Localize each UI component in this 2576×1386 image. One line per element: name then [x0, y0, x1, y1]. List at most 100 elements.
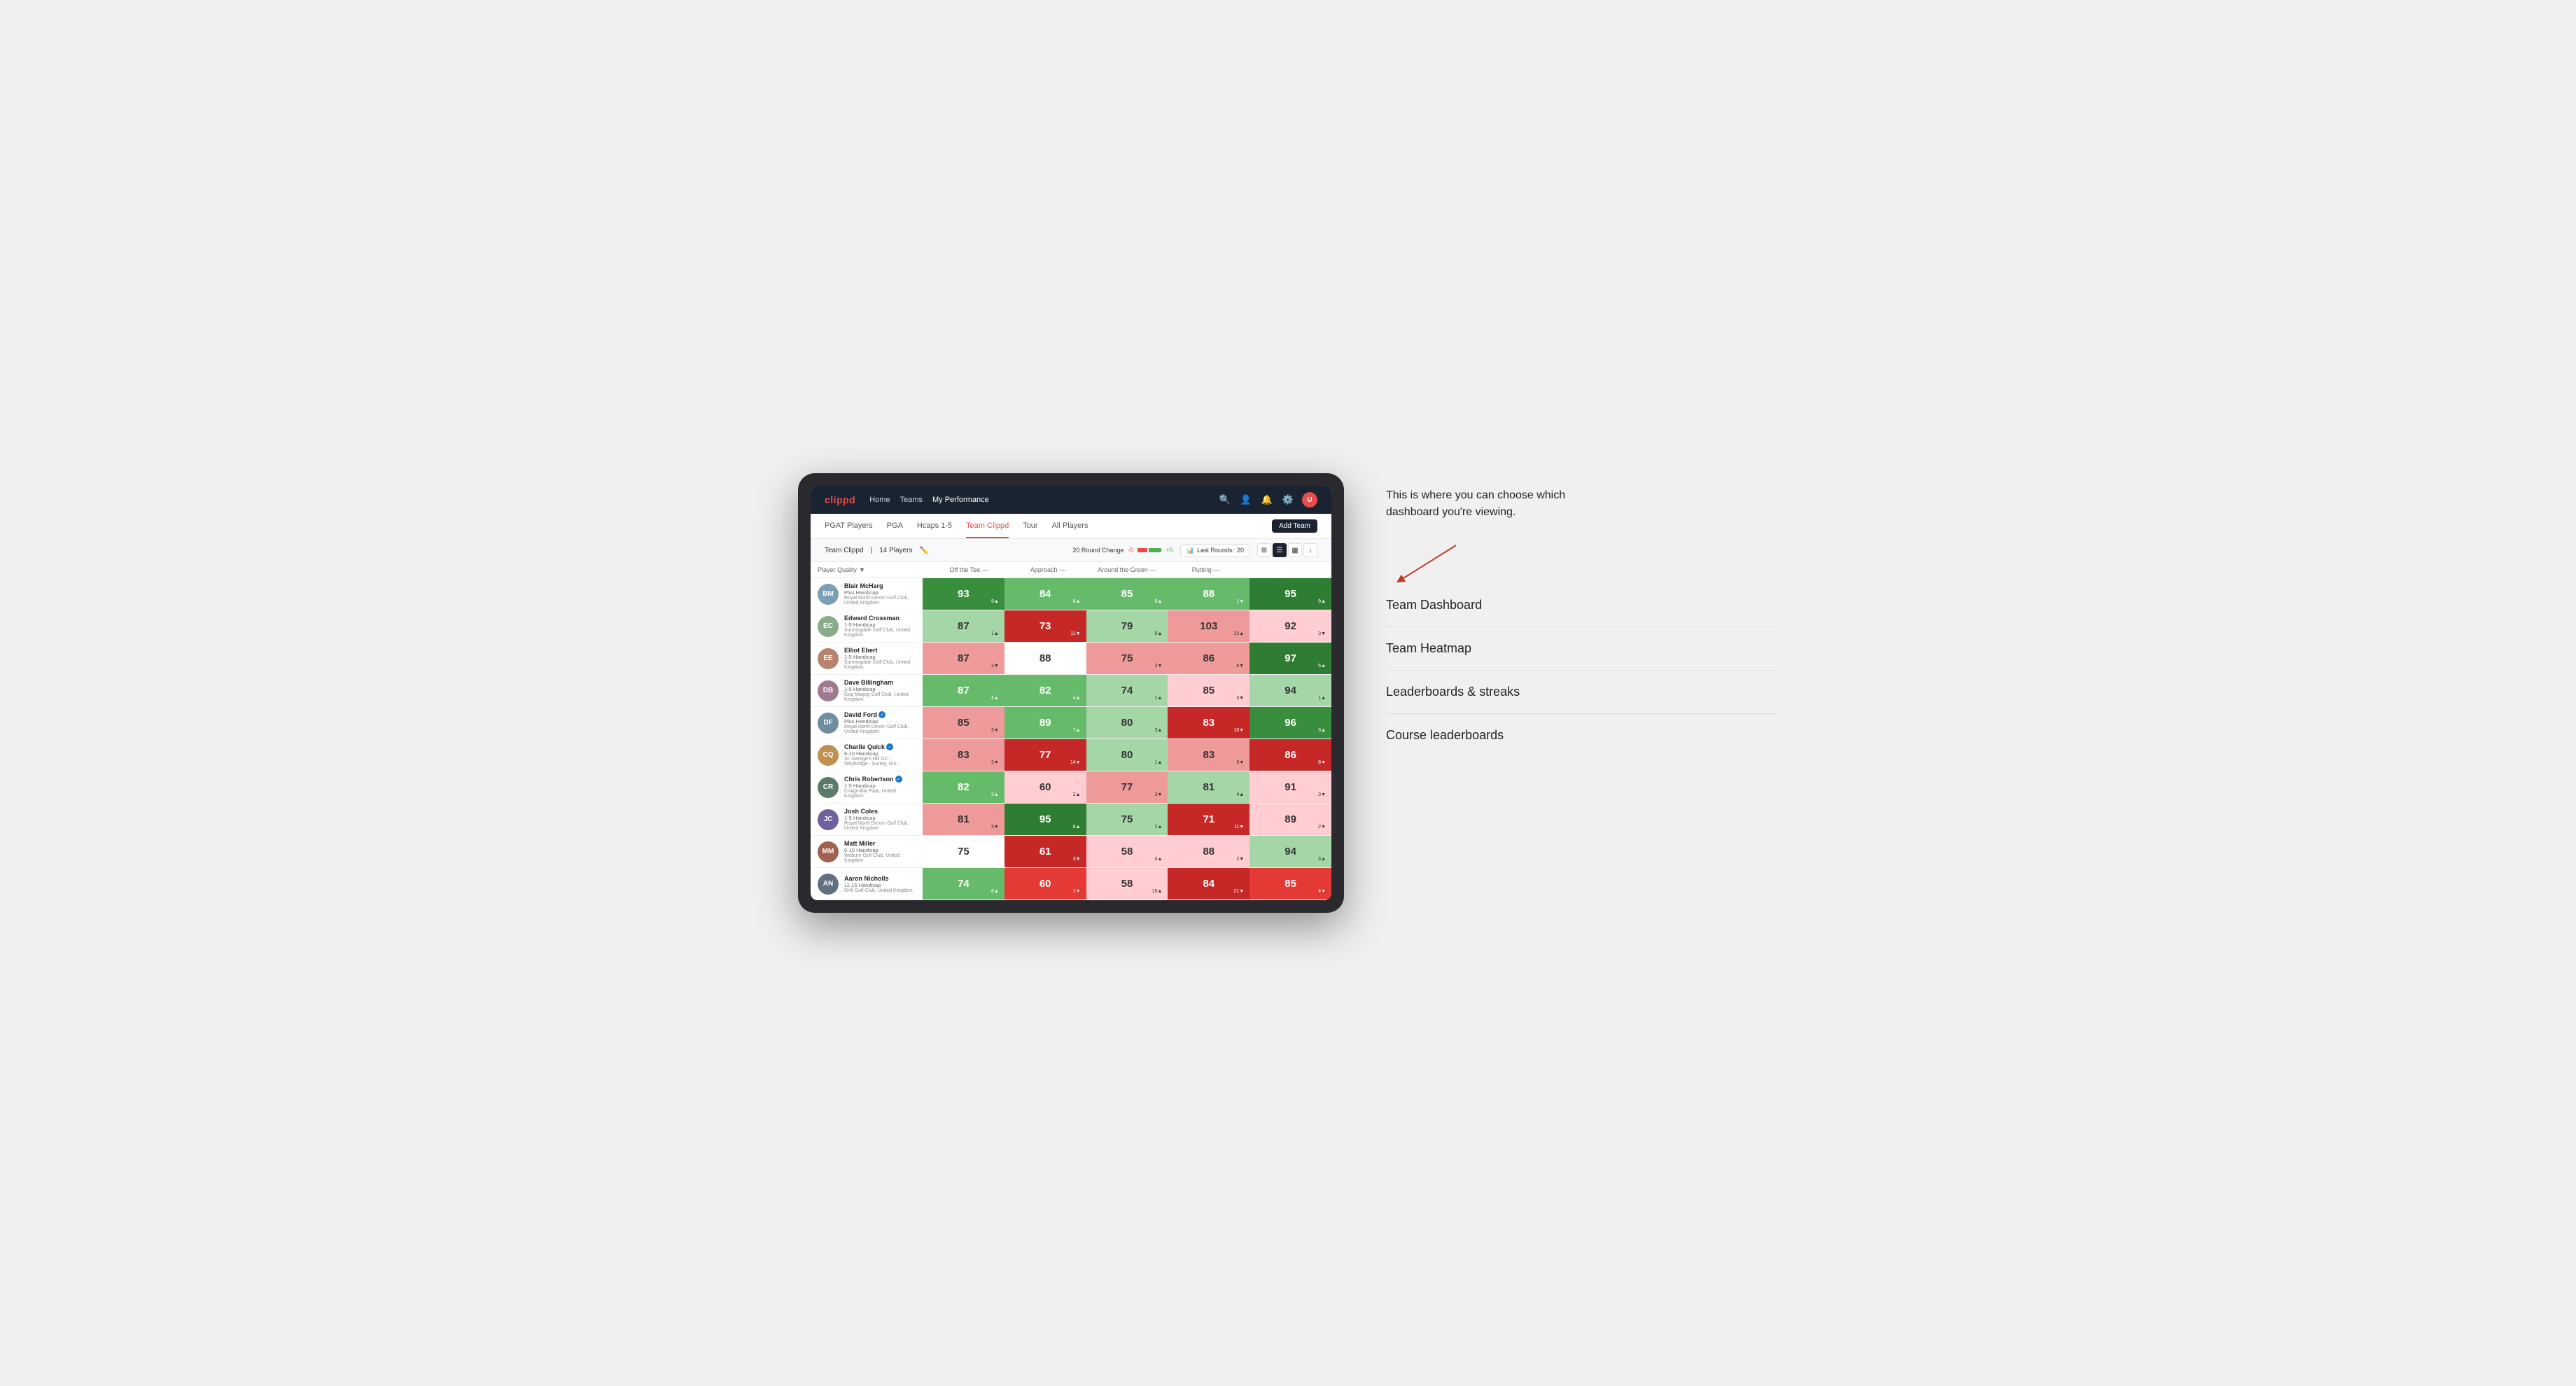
user-avatar[interactable]: U	[1302, 492, 1317, 507]
score-around_green[interactable]: 881▼	[1168, 578, 1250, 610]
nav-teams[interactable]: Teams	[900, 493, 923, 507]
table-row[interactable]: ANAaron Nicholls11-15 HandicapDrift Golf…	[811, 868, 1331, 900]
option-leaderboards[interactable]: Leaderboards & streaks	[1386, 685, 1778, 699]
bell-icon[interactable]: 🔔	[1260, 493, 1274, 507]
score-quality[interactable]: 748▲	[923, 868, 1004, 899]
subnav-pgat[interactable]: PGAT Players	[825, 514, 873, 538]
score-quality[interactable]: 871▲	[923, 610, 1004, 642]
view-heatmap-icon[interactable]: ▦	[1288, 543, 1302, 557]
score-off_tee[interactable]: 88	[1004, 643, 1086, 674]
score-quality[interactable]: 833▼	[923, 739, 1004, 771]
score-around_green[interactable]: 882▼	[1168, 836, 1250, 867]
player-name[interactable]: Josh Coles	[844, 808, 878, 815]
last-rounds-button[interactable]: 📊 Last Rounds: 20	[1180, 544, 1250, 557]
add-team-button[interactable]: Add Team	[1272, 519, 1317, 533]
subnav-all-players[interactable]: All Players	[1052, 514, 1088, 538]
player-name[interactable]: Edward Crossman	[844, 615, 899, 622]
table-row[interactable]: BMBlair McHargPlus HandicapRoyal North D…	[811, 578, 1331, 610]
score-quality[interactable]: 939▲	[923, 578, 1004, 610]
score-approach[interactable]: 752▲	[1086, 804, 1168, 835]
score-change: 8▼	[1318, 760, 1326, 765]
score-putting[interactable]: 975▲	[1250, 643, 1331, 674]
score-approach[interactable]: 803▲	[1086, 707, 1168, 738]
score-value: 95	[1040, 813, 1051, 825]
player-info: BMBlair McHargPlus HandicapRoyal North D…	[811, 578, 923, 610]
score-quality[interactable]: 75	[923, 836, 1004, 867]
score-approach[interactable]: 741▲	[1086, 675, 1168, 706]
subnav-team-clippd[interactable]: Team Clippd	[966, 514, 1009, 538]
player-name[interactable]: Chris Robertson	[844, 776, 894, 783]
score-quality[interactable]: 873▼	[923, 643, 1004, 674]
score-approach[interactable]: 5810▲	[1086, 868, 1168, 899]
score-putting[interactable]: 963▲	[1250, 707, 1331, 738]
subnav-pga[interactable]: PGA	[887, 514, 903, 538]
score-off_tee[interactable]: 824▲	[1004, 675, 1086, 706]
player-name[interactable]: Matt Miller	[844, 840, 876, 847]
view-download-icon[interactable]: ↓	[1303, 543, 1317, 557]
score-approach[interactable]: 773▼	[1086, 771, 1168, 803]
score-around_green[interactable]: 836▼	[1168, 739, 1250, 771]
score-approach[interactable]: 858▲	[1086, 578, 1168, 610]
table-row[interactable]: MMMatt Miller6-10 HandicapWoburn Golf Cl…	[811, 836, 1331, 868]
edit-icon[interactable]: ✏️	[919, 546, 929, 555]
view-grid-icon[interactable]: ⊞	[1257, 543, 1271, 557]
option-course-leaderboards[interactable]: Course leaderboards	[1386, 728, 1778, 743]
score-approach[interactable]: 584▲	[1086, 836, 1168, 867]
score-putting[interactable]: 892▼	[1250, 804, 1331, 835]
score-putting[interactable]: 959▲	[1250, 578, 1331, 610]
score-off_tee[interactable]: 7311▼	[1004, 610, 1086, 642]
score-approach[interactable]: 753▼	[1086, 643, 1168, 674]
table-row[interactable]: JCJosh Coles1-5 HandicapRoyal North Devo…	[811, 804, 1331, 836]
subnav-hcaps[interactable]: Hcaps 1-5	[917, 514, 952, 538]
option-team-heatmap[interactable]: Team Heatmap	[1386, 641, 1778, 656]
score-quality[interactable]: 823▲	[923, 771, 1004, 803]
score-around_green[interactable]: 8310▼	[1168, 707, 1250, 738]
option-team-dashboard[interactable]: Team Dashboard	[1386, 598, 1778, 612]
score-around_green[interactable]: 10315▲	[1168, 610, 1250, 642]
player-name[interactable]: David Ford	[844, 711, 877, 718]
player-name[interactable]: Elliot Ebert	[844, 647, 878, 654]
person-icon[interactable]: 👤	[1239, 493, 1253, 507]
view-list-icon[interactable]: ☰	[1273, 543, 1287, 557]
player-name[interactable]: Dave Billingham	[844, 679, 893, 686]
score-putting[interactable]: 923▼	[1250, 610, 1331, 642]
score-off_tee[interactable]: 7714▼	[1004, 739, 1086, 771]
nav-my-performance[interactable]: My Performance	[932, 493, 989, 507]
score-putting[interactable]: 913▼	[1250, 771, 1331, 803]
score-around_green[interactable]: 853▼	[1168, 675, 1250, 706]
score-off_tee[interactable]: 601▼	[1004, 868, 1086, 899]
table-row[interactable]: CQCharlie Quick✓6-10 HandicapSt. George'…	[811, 739, 1331, 771]
score-quality[interactable]: 874▲	[923, 675, 1004, 706]
score-around_green[interactable]: 8421▼	[1168, 868, 1250, 899]
score-value: 74	[1121, 685, 1133, 696]
search-icon[interactable]: 🔍	[1218, 493, 1232, 507]
player-name[interactable]: Aaron Nicholls	[844, 875, 889, 882]
score-off_tee[interactable]: 613▼	[1004, 836, 1086, 867]
settings-icon[interactable]: ⚙️	[1281, 493, 1295, 507]
table-row[interactable]: DBDave Billingham1-5 HandicapGog Magog G…	[811, 675, 1331, 707]
score-around_green[interactable]: 7111▼	[1168, 804, 1250, 835]
score-putting[interactable]: 854▼	[1250, 868, 1331, 899]
table-row[interactable]: DFDavid Ford✓Plus HandicapRoyal North De…	[811, 707, 1331, 739]
table-row[interactable]: CRChris Robertson✓1-5 HandicapCraigmilla…	[811, 771, 1331, 804]
score-off_tee[interactable]: 897▲	[1004, 707, 1086, 738]
score-putting[interactable]: 868▼	[1250, 739, 1331, 771]
player-name[interactable]: Charlie Quick	[844, 743, 885, 750]
score-approach[interactable]: 801▲	[1086, 739, 1168, 771]
score-putting[interactable]: 943▲	[1250, 836, 1331, 867]
subnav-tour[interactable]: Tour	[1023, 514, 1037, 538]
score-off_tee[interactable]: 958▲	[1004, 804, 1086, 835]
nav-home[interactable]: Home	[869, 493, 890, 507]
score-around_green[interactable]: 814▲	[1168, 771, 1250, 803]
score-putting[interactable]: 941▲	[1250, 675, 1331, 706]
player-name[interactable]: Blair McHarg	[844, 582, 883, 589]
table-row[interactable]: EEElliot Ebert1-5 HandicapSunningdale Go…	[811, 643, 1331, 675]
score-off_tee[interactable]: 602▲	[1004, 771, 1086, 803]
score-approach[interactable]: 799▲	[1086, 610, 1168, 642]
score-off_tee[interactable]: 846▲	[1004, 578, 1086, 610]
score-around_green[interactable]: 866▼	[1168, 643, 1250, 674]
table-row[interactable]: ECEdward Crossman1-5 HandicapSunningdale…	[811, 610, 1331, 643]
score-quality[interactable]: 813▼	[923, 804, 1004, 835]
change-negative: -5	[1128, 547, 1133, 554]
score-quality[interactable]: 853▼	[923, 707, 1004, 738]
